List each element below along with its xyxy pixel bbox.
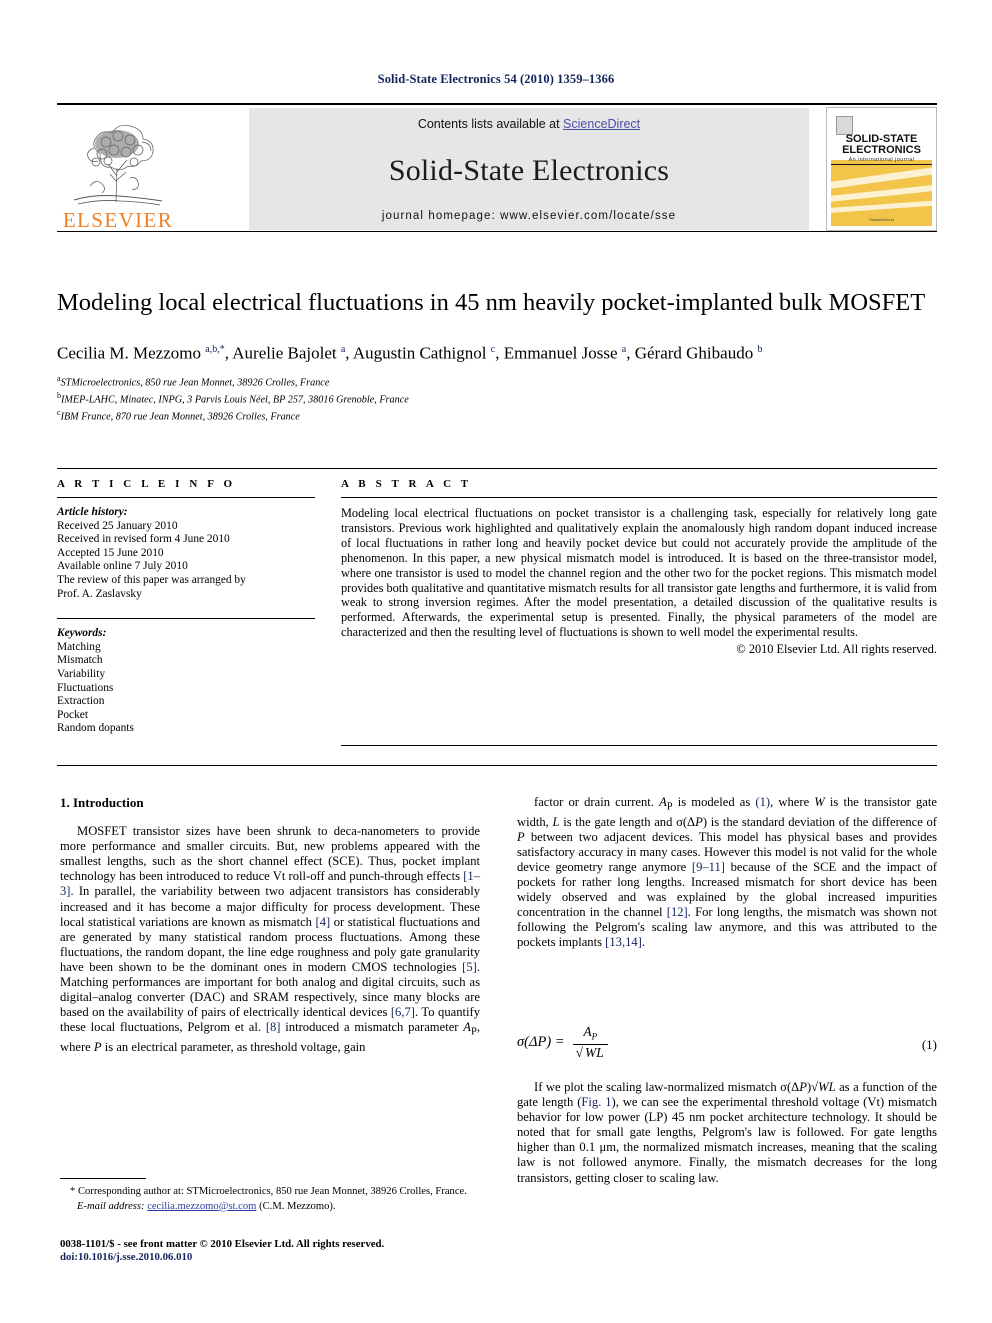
body-column-left: 1. Introduction MOSFET transistor sizes … bbox=[60, 795, 480, 1055]
title-block: Modeling local electrical fluctuations i… bbox=[57, 288, 937, 424]
email-link[interactable]: cecilia.mezzomo@st.com bbox=[147, 1201, 256, 1212]
author-list: Cecilia M. Mezzomo a,b,*, Aurelie Bajole… bbox=[57, 343, 763, 363]
intro-paragraph-2: factor or drain current. AP is modeled a… bbox=[517, 795, 938, 950]
keywords-block: Keywords: Matching Mismatch Variability … bbox=[57, 627, 315, 736]
corresponding-author-note: * Corresponding author at: STMicroelectr… bbox=[70, 1186, 467, 1197]
history-item: Prof. A. Zaslavsky bbox=[57, 587, 142, 600]
keyword-item: Pocket bbox=[57, 708, 89, 721]
imprint-block: 0038-1101/$ - see front matter © 2010 El… bbox=[60, 1238, 500, 1264]
article-info-rule bbox=[57, 497, 315, 498]
equation-1-number: (1) bbox=[921, 1037, 937, 1052]
journal-homepage[interactable]: journal homepage: www.elsevier.com/locat… bbox=[382, 210, 676, 222]
keyword-item: Extraction bbox=[57, 695, 105, 708]
abstract-heading: A B S T R A C T bbox=[341, 478, 472, 490]
cover-subtitle: An international journal bbox=[848, 157, 915, 163]
affiliation-list: aSTMicroelectronics, 850 rue Jean Monnet… bbox=[57, 373, 937, 424]
body-column-right: factor or drain current. AP is modeled a… bbox=[517, 795, 937, 950]
keyword-item: Matching bbox=[57, 640, 101, 653]
running-head: Solid-State Electronics 54 (2010) 1359–1… bbox=[377, 72, 615, 86]
article-info-heading: A R T I C L E I N F O bbox=[57, 478, 236, 490]
masthead-top-rule bbox=[57, 103, 937, 105]
keyword-item: Mismatch bbox=[57, 654, 103, 667]
contents-available-line: Contents lists available at ScienceDirec… bbox=[418, 117, 640, 131]
cover-artwork: SOLID-STATE ELECTRONICS An international… bbox=[831, 112, 932, 226]
masthead-bottom-rule bbox=[57, 231, 937, 232]
keyword-item: Fluctuations bbox=[57, 681, 114, 694]
cover-rule bbox=[831, 164, 932, 165]
article-history: Article history: Received 25 January 201… bbox=[57, 506, 315, 601]
history-item: Received in revised form 4 June 2010 bbox=[57, 533, 230, 546]
contents-prefix: Contents lists available at bbox=[417, 117, 564, 131]
abstract-block: A B S T R A C T Modeling local electrica… bbox=[341, 478, 937, 657]
equation-1-expression: σ(ΔP) = AP √ WL bbox=[517, 1025, 937, 1060]
body-top-rule bbox=[57, 765, 937, 766]
affiliation-a-text: STMicroelectronics, 850 rue Jean Monnet,… bbox=[60, 377, 330, 389]
history-item: Received 25 January 2010 bbox=[57, 519, 178, 532]
abstract-copyright: © 2010 Elsevier Ltd. All rights reserved… bbox=[736, 642, 937, 657]
email-note: E-mail address: cecilia.mezzomo@st.com (… bbox=[60, 1201, 480, 1214]
email-label: E-mail address: bbox=[77, 1200, 145, 1212]
intro-paragraph-3: If we plot the scaling law-normalized mi… bbox=[517, 1080, 937, 1185]
cover-footer-text: ScienceDirect bbox=[869, 217, 894, 222]
intro-paragraph-1: MOSFET transistor sizes have been shrunk… bbox=[60, 824, 481, 1054]
equation-1-lhs: σ(ΔP) = bbox=[517, 1033, 565, 1050]
keyword-item: Random dopants bbox=[57, 722, 134, 735]
journal-masthead: ELSEVIER Contents lists available at Sci… bbox=[57, 103, 937, 233]
cover-title-line2: ELECTRONICS bbox=[842, 144, 921, 156]
keywords-label: Keywords: bbox=[57, 627, 107, 640]
issn-line: 0038-1101/$ - see front matter © 2010 El… bbox=[60, 1238, 385, 1250]
affiliation-b: bIMEP-LAHC, Minatec, INPG, 3 Parvis Loui… bbox=[57, 390, 937, 407]
section-heading-introduction: 1. Introduction bbox=[60, 795, 144, 810]
info-top-rule bbox=[57, 468, 937, 469]
email-owner: (C.M. Mezzomo). bbox=[259, 1200, 336, 1212]
affiliation-c: cIBM France, 870 rue Jean Monnet, 38926 … bbox=[57, 407, 937, 424]
keyword-item: Variability bbox=[57, 667, 106, 680]
affiliation-c-text: IBM France, 870 rue Jean Monnet, 38926 C… bbox=[60, 411, 300, 423]
footnote-block: * Corresponding author at: STMicroelectr… bbox=[60, 1178, 480, 1213]
paper-page: Solid-State Electronics 54 (2010) 1359–1… bbox=[0, 0, 992, 1323]
abstract-rule bbox=[341, 497, 937, 498]
equation-1-numerator: AP bbox=[583, 1024, 598, 1042]
elsevier-logo: ELSEVIER bbox=[57, 107, 179, 231]
keywords-rule bbox=[57, 618, 315, 620]
elsevier-tree-icon bbox=[73, 124, 163, 206]
abstract-bottom-rule bbox=[341, 745, 937, 746]
equation-1-denominator: √ WL bbox=[575, 1043, 605, 1060]
equation-1: σ(ΔP) = AP √ WL (1) bbox=[517, 1025, 937, 1071]
paper-title: Modeling local electrical fluctuations i… bbox=[57, 289, 926, 316]
doi-line[interactable]: doi:10.1016/j.sse.2010.06.010 bbox=[60, 1251, 500, 1264]
affiliation-a: aSTMicroelectronics, 850 rue Jean Monnet… bbox=[57, 373, 937, 390]
affiliation-b-text: IMEP-LAHC, Minatec, INPG, 3 Parvis Louis… bbox=[61, 394, 409, 406]
journal-cover-thumbnail[interactable]: SOLID-STATE ELECTRONICS An international… bbox=[826, 107, 937, 231]
history-item: The review of this paper was arranged by bbox=[57, 573, 246, 586]
history-item: Accepted 15 June 2010 bbox=[57, 546, 164, 559]
journal-title: Solid-State Electronics bbox=[388, 153, 670, 187]
history-item: Available online 7 July 2010 bbox=[57, 560, 188, 573]
footnote-rule bbox=[60, 1178, 146, 1179]
equation-1-fraction: AP √ WL bbox=[572, 1024, 608, 1060]
body-column-right-2: If we plot the scaling law-normalized mi… bbox=[517, 1080, 937, 1186]
article-info-block: A R T I C L E I N F O Article history: R… bbox=[57, 478, 315, 736]
cover-band-3 bbox=[831, 199, 932, 214]
masthead-panel: Contents lists available at ScienceDirec… bbox=[249, 108, 809, 230]
abstract-text: Modeling local electrical fluctuations o… bbox=[341, 506, 937, 640]
sciencedirect-link[interactable]: ScienceDirect bbox=[563, 117, 640, 131]
article-history-label: Article history: bbox=[57, 506, 128, 518]
elsevier-wordmark: ELSEVIER bbox=[62, 208, 174, 232]
